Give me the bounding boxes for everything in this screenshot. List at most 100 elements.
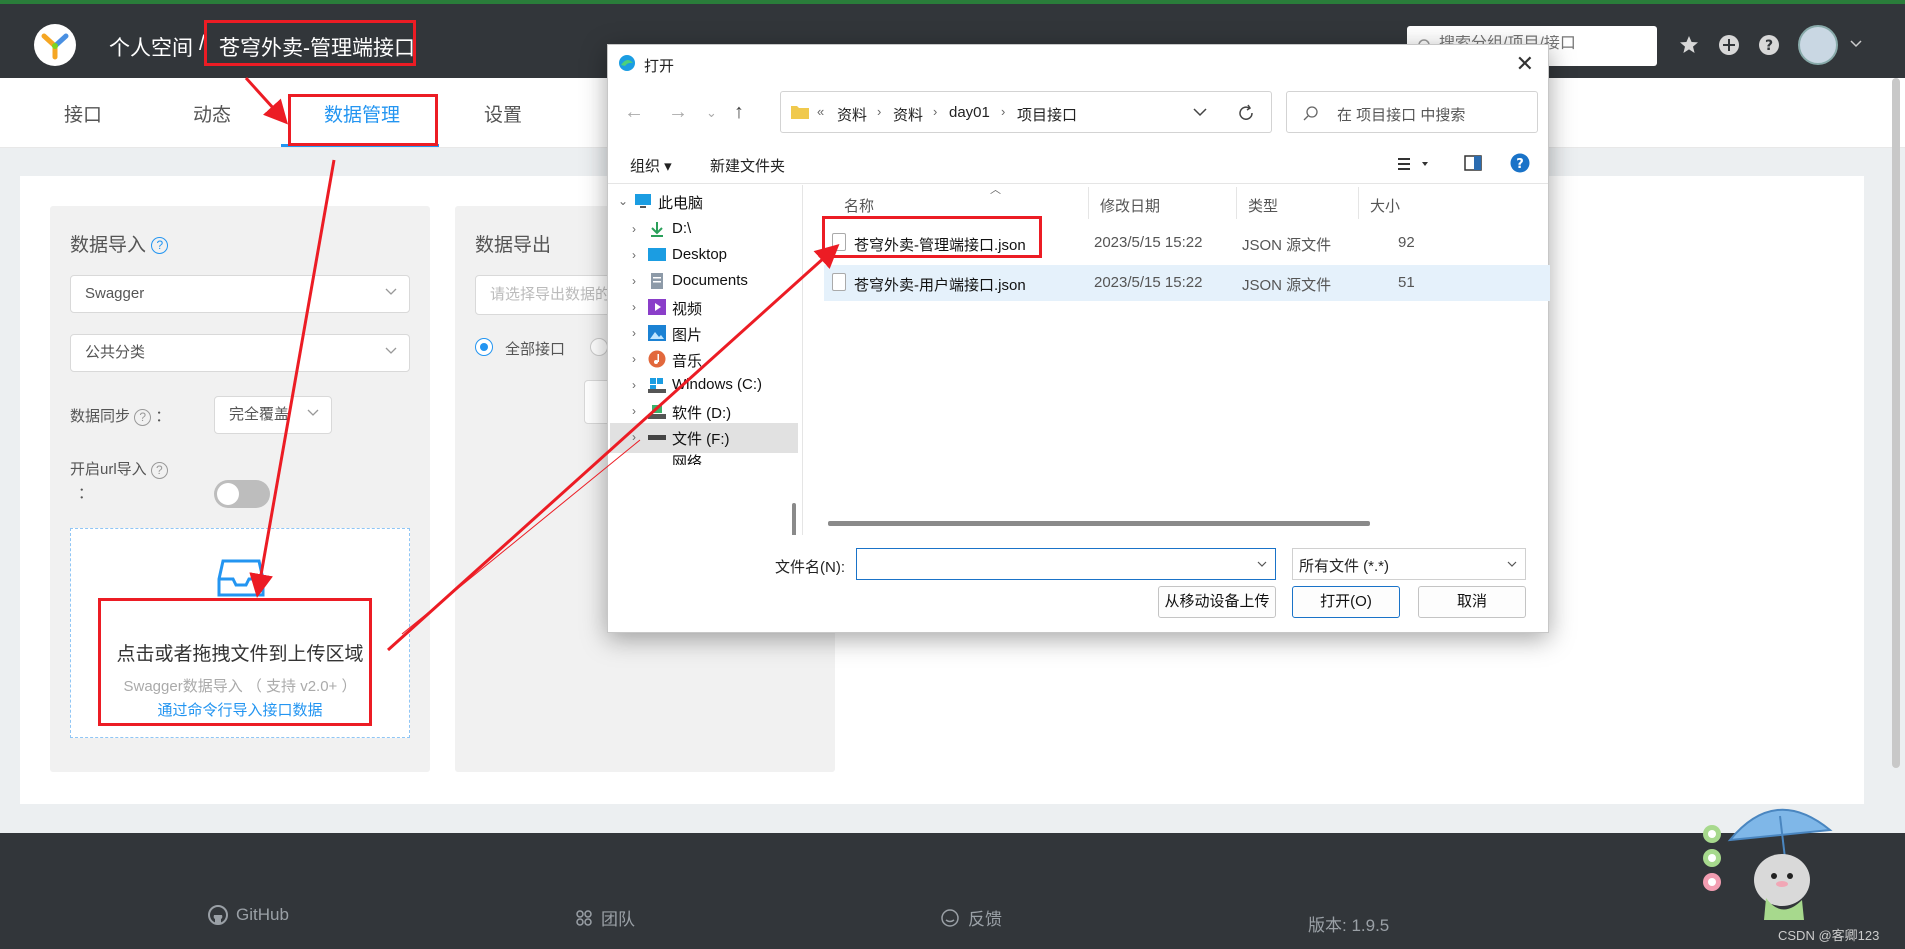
drive-icon — [648, 435, 666, 440]
column-divider[interactable] — [1088, 187, 1089, 219]
page-scrollbar[interactable] — [1892, 78, 1900, 768]
forward-icon[interactable]: → — [668, 101, 688, 124]
pane-divider — [802, 185, 803, 535]
sync-mode-select[interactable]: 完全覆盖 — [214, 396, 332, 434]
chevron-right-icon[interactable]: › — [632, 378, 636, 392]
open-button[interactable]: 打开(O) — [1292, 586, 1400, 618]
chevron-down-icon[interactable] — [1257, 561, 1267, 567]
column-divider[interactable] — [1358, 187, 1359, 219]
tab-interface[interactable]: 接口 — [64, 100, 102, 127]
chevron-right-icon[interactable]: › — [632, 326, 636, 340]
footer-team-label: 团队 — [601, 910, 635, 929]
chevron-right-icon[interactable]: › — [632, 274, 636, 288]
export-all-label: 全部接口 — [505, 341, 566, 358]
navigation-pane[interactable]: ⌄ 此电脑 › D:\ › Desktop › Documents › 视频 ›… — [610, 185, 798, 535]
breadcrumb-personal-space[interactable]: 个人空间 — [109, 32, 193, 62]
recent-locations-chevron-icon[interactable]: ⌄ — [706, 105, 717, 121]
chevron-right-icon[interactable]: › — [632, 300, 636, 314]
import-category-select[interactable]: 公共分类 — [70, 334, 410, 372]
address-segment[interactable]: 资料 — [837, 104, 867, 125]
chevron-down-icon[interactable] — [1850, 40, 1862, 48]
chevron-right-icon[interactable]: › — [632, 404, 636, 418]
file-name: 苍穹外卖-用户端接口.json — [854, 277, 1026, 294]
import-category-value: 公共分类 — [85, 344, 146, 361]
url-import-colon: ： — [78, 485, 94, 502]
tree-item-label: 图片 — [672, 327, 703, 344]
chevron-right-icon: › — [877, 104, 882, 119]
footer-github[interactable]: GitHub — [208, 905, 289, 925]
column-size[interactable]: 大小 — [1370, 195, 1400, 216]
chevron-down-icon — [307, 409, 319, 416]
yapi-logo-icon[interactable] — [34, 24, 76, 66]
file-size: 51 — [1398, 274, 1415, 291]
help-icon[interactable]: ? — [1758, 34, 1780, 56]
back-icon[interactable]: ← — [624, 101, 644, 124]
view-options-icon[interactable] — [1398, 157, 1432, 171]
address-overflow[interactable]: « — [817, 104, 824, 119]
video-icon — [648, 299, 666, 315]
chevron-right-icon[interactable]: › — [632, 222, 636, 236]
organize-menu[interactable]: 组织 ▾ — [630, 155, 672, 176]
preview-pane-icon[interactable] — [1464, 155, 1482, 171]
cancel-button[interactable]: 取消 — [1418, 586, 1526, 618]
sync-label: 数据同步 ? ： — [70, 408, 171, 426]
address-segment[interactable]: 项目接口 — [1017, 104, 1077, 125]
svg-text:?: ? — [1765, 38, 1773, 54]
chevron-right-icon: › — [1001, 104, 1006, 119]
footer-feedback[interactable]: 反馈 — [940, 905, 1002, 930]
close-icon[interactable]: ✕ — [1516, 51, 1534, 77]
tab-activity[interactable]: 动态 — [193, 100, 231, 127]
export-all-radio[interactable] — [475, 338, 493, 356]
column-name[interactable]: 名称 — [844, 195, 874, 216]
folder-search[interactable]: 在 项目接口 中搜索 — [1286, 91, 1538, 133]
json-file-icon — [832, 273, 846, 291]
new-folder-button[interactable]: 新建文件夹 — [710, 155, 785, 176]
annotation-box-data-tab — [288, 94, 438, 146]
filetype-value: 所有文件 (*.*) — [1299, 558, 1390, 575]
dialog-title: 打开 — [644, 58, 675, 75]
drive-icon — [648, 405, 666, 419]
export-public-radio[interactable] — [590, 338, 608, 356]
dialog-titlebar[interactable]: 打开 ✕ — [608, 45, 1548, 83]
footer-team[interactable]: 团队 — [575, 905, 635, 930]
help-icon[interactable]: ? — [150, 461, 168, 479]
upload-from-mobile-button[interactable]: 从移动设备上传 — [1158, 586, 1276, 618]
address-bar[interactable]: « 资料 › 资料 › day01 › 项目接口 — [780, 91, 1272, 133]
chevron-down-icon — [385, 347, 397, 354]
file-date: 2023/5/15 15:22 — [1094, 274, 1203, 291]
tree-item-network[interactable]: 网络 — [610, 449, 798, 465]
chevron-down-icon[interactable] — [1193, 108, 1207, 117]
tab-settings[interactable]: 设置 — [484, 100, 522, 127]
tree-scrollbar[interactable] — [792, 503, 796, 535]
team-icon — [576, 909, 592, 926]
github-icon — [208, 905, 228, 925]
pc-icon — [635, 194, 651, 208]
chevron-right-icon[interactable]: › — [632, 430, 636, 444]
refresh-icon[interactable] — [1237, 104, 1255, 122]
tree-item-this-pc[interactable]: ⌄ 此电脑 — [610, 187, 798, 217]
import-format-select[interactable]: Swagger — [70, 275, 410, 313]
filename-input[interactable] — [856, 548, 1276, 580]
help-icon[interactable]: ? — [1510, 153, 1530, 173]
download-icon — [651, 222, 663, 237]
file-list-scrollbar[interactable] — [828, 521, 1370, 526]
chevron-right-icon[interactable]: › — [632, 352, 636, 366]
star-icon[interactable] — [1678, 34, 1700, 56]
help-icon[interactable]: ? — [134, 408, 152, 426]
add-project-icon[interactable] — [1718, 34, 1740, 56]
help-icon[interactable]: ? — [151, 237, 169, 255]
up-folder-icon[interactable]: ↑ — [734, 101, 744, 124]
column-type[interactable]: 类型 — [1248, 195, 1278, 216]
column-divider[interactable] — [1236, 187, 1237, 219]
feedback-icon — [941, 908, 959, 927]
filetype-select[interactable]: 所有文件 (*.*) — [1292, 548, 1526, 580]
url-import-toggle[interactable] — [214, 480, 270, 508]
user-avatar[interactable] — [1798, 25, 1838, 65]
file-row[interactable]: 苍穹外卖-用户端接口.json 2023/5/15 15:22 JSON 源文件… — [824, 265, 1550, 301]
address-segment[interactable]: day01 — [949, 104, 990, 121]
tree-item-label: D:\ — [672, 220, 692, 237]
chevron-down-icon[interactable]: ⌄ — [618, 194, 628, 208]
chevron-right-icon[interactable]: › — [632, 248, 636, 262]
column-date[interactable]: 修改日期 — [1100, 195, 1160, 216]
address-segment[interactable]: 资料 — [893, 104, 923, 125]
